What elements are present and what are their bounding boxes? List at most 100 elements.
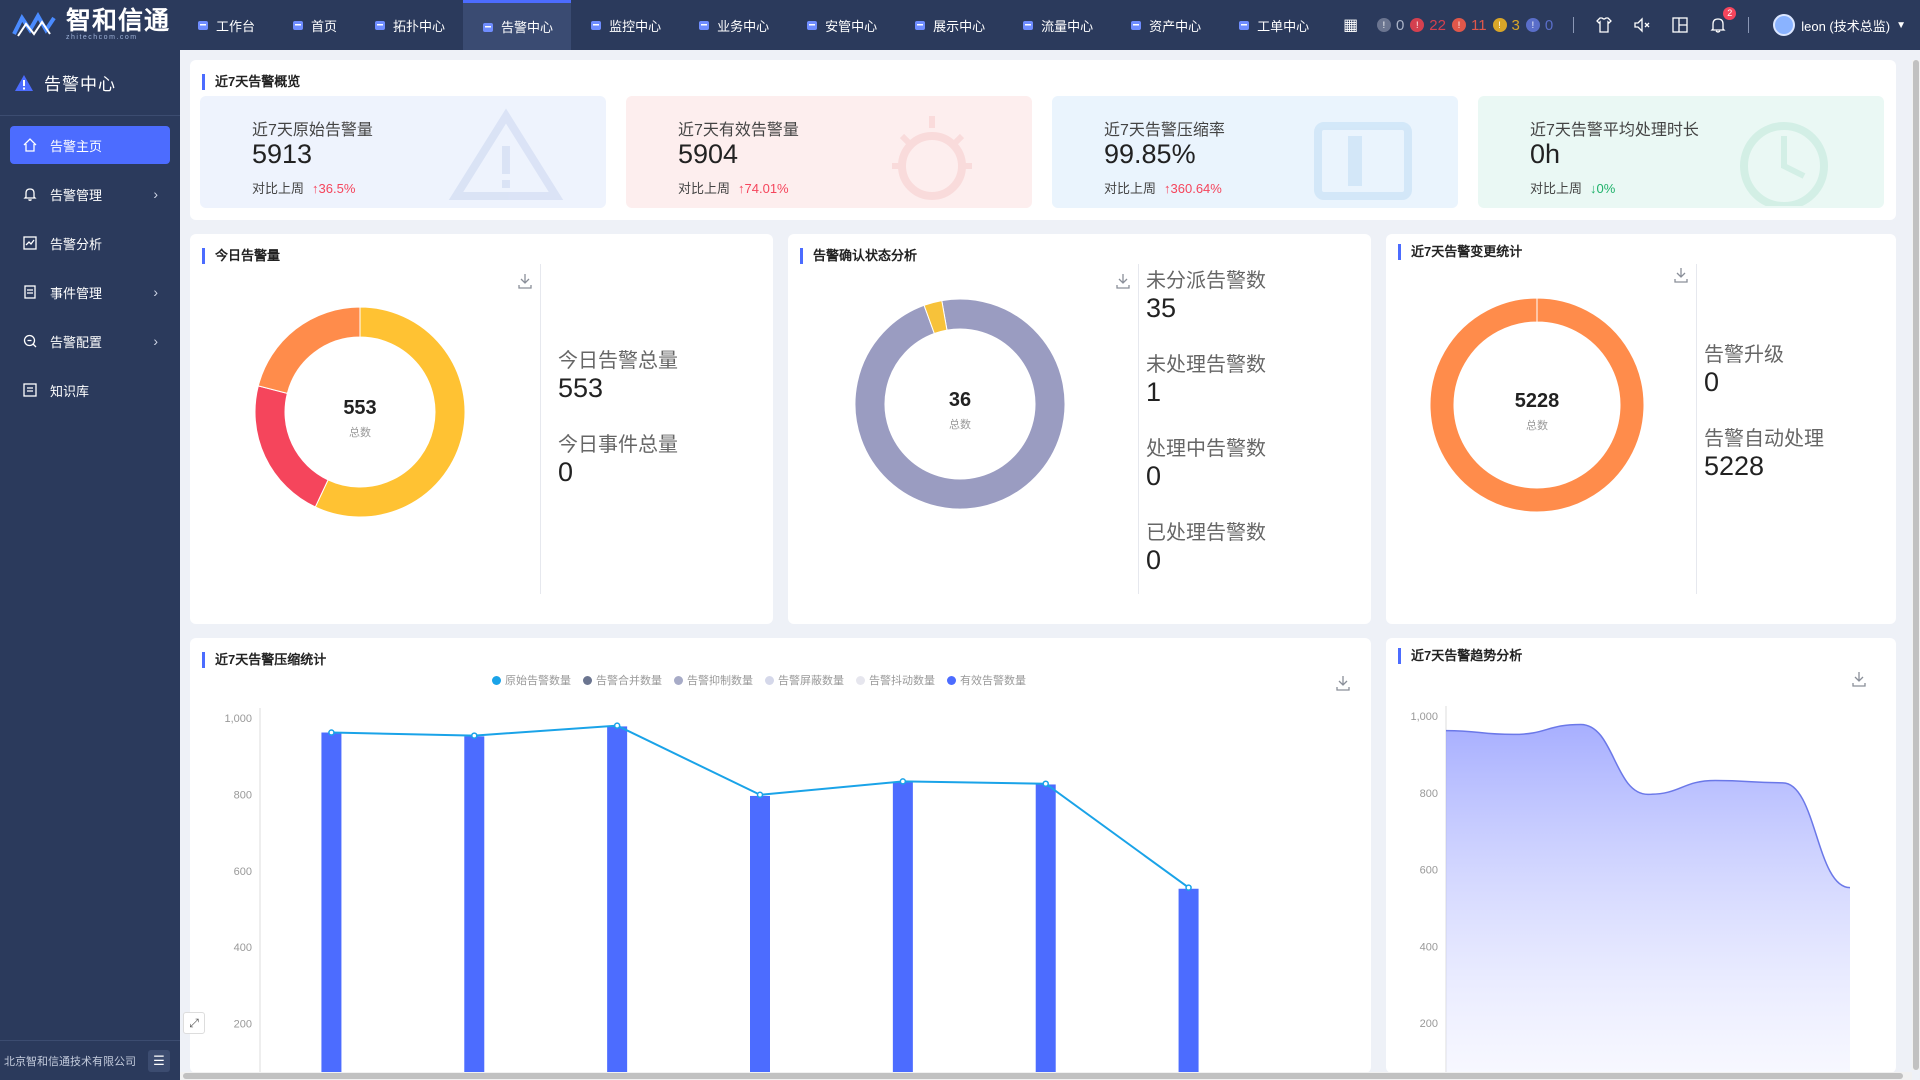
user-name: leon (技术总监) xyxy=(1801,18,1891,34)
stat-value: 553 xyxy=(558,373,604,403)
stat-label: 今日事件总量 xyxy=(558,434,678,456)
monitor-icon xyxy=(591,21,602,30)
overview-panel: 近7天告警概览 近7天原始告警量 5913 对比上周 ↑36.5% 近7天有效告警… xyxy=(190,60,1896,220)
kpi-change: ↑360.64% xyxy=(1164,181,1222,196)
divider xyxy=(540,264,541,594)
scrollbar-thumb[interactable] xyxy=(183,1073,1903,1079)
sidebar-item-2[interactable]: 告警分析 xyxy=(10,224,170,262)
mute-icon[interactable] xyxy=(1632,15,1652,35)
kpi-decoration-icon xyxy=(1740,122,1828,206)
trend-chart-panel: 近7天告警趋势分析 02004006008001,00012/0612/0712… xyxy=(1386,638,1896,1073)
layout-icon[interactable] xyxy=(1670,15,1690,35)
kpi-card: 近7天告警压缩率 99.85% 对比上周 ↑360.64% xyxy=(1052,96,1458,208)
sidebar-item-label: 告警配置 xyxy=(50,334,103,350)
nav-item-2[interactable]: 拓扑中心 xyxy=(355,0,463,50)
sidebar-item-0[interactable]: 告警主页 xyxy=(10,126,170,164)
stat-label: 处理中告警数 xyxy=(1146,438,1266,460)
donut-center-label: 总数 xyxy=(349,425,371,439)
nav-item-4[interactable]: 监控中心 xyxy=(571,0,679,50)
confirm-status-panel: 告警确认状态分析 36 总数 未分派告警数 35 未处理告警数 1 处理中告警数 0 已处理告… xyxy=(788,234,1371,624)
menu-toggle-icon[interactable]: ☰ xyxy=(148,1049,170,1072)
nav-item-0[interactable]: 工作台 xyxy=(178,0,273,50)
stat-label: 未分派告警数 xyxy=(1146,270,1266,292)
y-tick-label: 200 xyxy=(234,1019,252,1031)
kpi-change: ↑36.5% xyxy=(312,181,355,196)
y-tick-label: 1,000 xyxy=(224,713,252,725)
line-point xyxy=(756,791,764,799)
today-alarm-panel: 今日告警量 553 总数 今日告警总量 553 今日事件总量 0 xyxy=(190,234,773,624)
nav-item-6[interactable]: 安管中心 xyxy=(787,0,895,50)
sidebar-item-3[interactable]: 事件管理 › xyxy=(10,273,170,311)
apps-grid-icon[interactable]: ▦ xyxy=(1343,15,1358,35)
nav-item-9[interactable]: 资产中心 xyxy=(1111,0,1219,50)
severity-count: 3 xyxy=(1511,16,1520,34)
sidebar-item-4[interactable]: 告警配置 › xyxy=(10,322,170,360)
stat-label: 未处理告警数 xyxy=(1146,354,1266,376)
download-icon[interactable] xyxy=(1672,266,1690,284)
today-donut-chart: 553 总数 xyxy=(254,306,466,518)
stat-value: 0 xyxy=(1146,461,1162,491)
logo[interactable]: 智和信通 zhitechcom.com xyxy=(0,0,178,50)
sidebar-menu: 告警主页告警管理 › 告警分析事件管理 › 告警配置 › 知识库 xyxy=(0,116,180,409)
donut-center-value: 5228 xyxy=(1515,390,1560,412)
download-icon[interactable] xyxy=(1114,272,1132,290)
nav-item-1[interactable]: 首页 xyxy=(273,0,355,50)
y-tick-label: 800 xyxy=(1420,788,1438,800)
alarm-icon xyxy=(483,22,494,32)
nav-item-label: 监控中心 xyxy=(609,18,662,34)
ticket-icon xyxy=(1239,21,1250,30)
y-tick-label: 600 xyxy=(234,866,252,878)
sidebar-title-text: 告警中心 xyxy=(44,75,116,94)
nav-item-label: 业务中心 xyxy=(717,18,770,34)
kpi-value: 99.85% xyxy=(1104,139,1196,169)
area-fill xyxy=(1446,724,1850,1073)
line-point xyxy=(471,732,478,739)
compress-bar-line-chart: 02004006008001,00012/0612/0712/0812/0912… xyxy=(224,708,1199,1073)
sidebar-item-label: 知识库 xyxy=(50,383,90,399)
severity-counter[interactable]: ! 3 xyxy=(1492,16,1520,34)
confirm-donut-chart: 36 总数 xyxy=(854,298,1066,510)
kpi-label: 近7天有效告警量 xyxy=(678,122,799,139)
severity-dot-icon: ! xyxy=(1525,18,1540,32)
vertical-scrollbar[interactable] xyxy=(1912,60,1920,1070)
nav-item-8[interactable]: 流量中心 xyxy=(1003,0,1111,50)
bar xyxy=(1178,888,1199,1073)
y-tick-label: 600 xyxy=(1420,865,1438,877)
bar xyxy=(464,736,485,1073)
sidebar-item-1[interactable]: 告警管理 › xyxy=(10,175,170,213)
notification-bell-icon[interactable]: 2 xyxy=(1708,7,1737,35)
shirt-theme-icon[interactable] xyxy=(1594,15,1614,35)
nav-item-3[interactable]: 告警中心 xyxy=(463,0,572,50)
home-icon xyxy=(293,21,304,30)
nav-item-7[interactable]: 展示中心 xyxy=(895,0,1003,50)
kpi-compare-label: 对比上周 xyxy=(1530,181,1583,196)
logo-name: 智和信通 xyxy=(66,6,171,35)
stat-value: 0 xyxy=(1704,367,1720,397)
severity-counter[interactable]: ! 0 xyxy=(1525,16,1554,34)
home-icon xyxy=(23,138,37,152)
stat-value: 5228 xyxy=(1704,451,1765,481)
sidebar-item-5[interactable]: 知识库 xyxy=(10,371,170,409)
severity-dot-icon: ! xyxy=(1410,18,1425,32)
scrollbar-thumb[interactable] xyxy=(1913,60,1919,1070)
kpi-change-value: 36.5% xyxy=(318,181,356,196)
user-menu[interactable]: leon (技术总监) ▼ xyxy=(1773,14,1906,36)
severity-count: 0 xyxy=(1544,16,1554,34)
line-point xyxy=(899,778,907,785)
nav-item-5[interactable]: 业务中心 xyxy=(679,0,787,50)
kpi-value: 5913 xyxy=(252,139,313,169)
download-icon[interactable] xyxy=(516,272,534,290)
top-navbar: 智和信通 zhitechcom.com 工作台 首页 拓扑中心 告警中心 监控中心 业务中… xyxy=(0,0,1920,50)
horizontal-scrollbar[interactable] xyxy=(180,1072,1912,1080)
nav-item-10[interactable]: 工单中心 xyxy=(1219,0,1327,50)
severity-counter[interactable]: ! 0 xyxy=(1376,17,1404,34)
alarm-change-panel: 近7天告警变更统计 5228 总数 告警升级 0 告警自动处理 5228 xyxy=(1386,234,1896,624)
kpi-card: 近7天告警平均处理时长 0h 对比上周 ↓0% xyxy=(1478,96,1884,208)
kpi-label: 近7天原始告警量 xyxy=(252,122,373,139)
severity-counter[interactable]: ! 11 xyxy=(1451,17,1487,34)
fullscreen-icon[interactable]: ⤢ xyxy=(183,1012,205,1034)
today-stats: 今日告警总量 553 今日事件总量 0 xyxy=(558,344,678,512)
donut-slice xyxy=(257,306,361,394)
donut-center-label: 总数 xyxy=(949,417,971,431)
severity-counter[interactable]: ! 22 xyxy=(1410,17,1446,34)
